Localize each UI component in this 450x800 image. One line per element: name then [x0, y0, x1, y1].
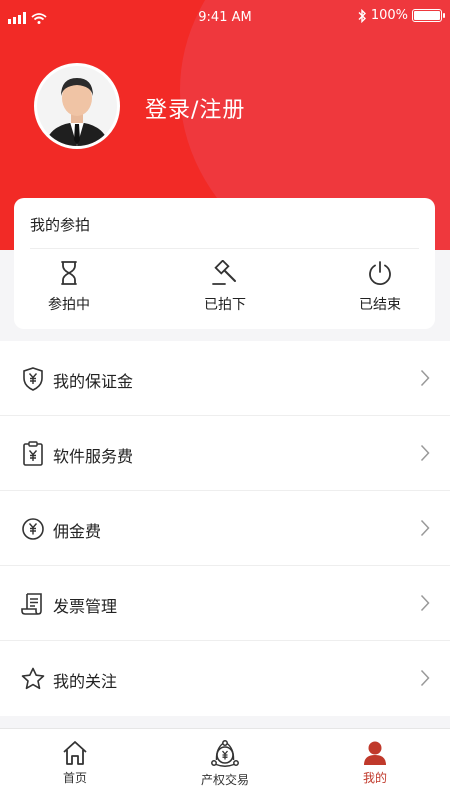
my-auctions-card: 我的参拍 参拍中 已拍下 已结束: [14, 198, 435, 329]
menu-item-label: 软件服务费: [53, 447, 134, 466]
avatar[interactable]: [34, 63, 120, 149]
user-icon: [364, 741, 386, 765]
tab-property-exchange[interactable]: 产权交易: [180, 739, 270, 788]
tab-label: 首页: [62, 771, 87, 785]
tab-home[interactable]: 首页: [30, 739, 120, 786]
bottom-tab-bar: 首页 产权交易 我的: [0, 728, 450, 800]
tab-label: 产权交易: [200, 773, 249, 787]
gavel-icon: [212, 260, 236, 285]
status-bar: 9:41 AM 100%: [0, 0, 450, 36]
login-register-link[interactable]: 登录/注册: [145, 92, 245, 124]
menu-item-label: 佣金费: [53, 522, 102, 541]
invoice-scroll-icon: [21, 593, 42, 615]
battery-percent: 100%: [370, 8, 408, 23]
my-auctions-title: 我的参拍: [30, 216, 91, 234]
exchange-icon: [211, 740, 239, 767]
clipboard-yen-icon: [23, 441, 43, 466]
chevron-right-icon: [420, 369, 430, 387]
auction-status-label: 已结束: [359, 297, 401, 313]
chevron-right-icon: [420, 669, 430, 687]
divider: [30, 248, 419, 249]
chevron-right-icon: [420, 444, 430, 462]
auction-status-ended[interactable]: 已结束: [335, 260, 425, 314]
auction-status-label: 参拍中: [48, 297, 90, 313]
battery-icon: [412, 9, 445, 22]
tab-mine[interactable]: 我的: [330, 739, 420, 786]
shield-yen-icon: [23, 367, 43, 391]
hourglass-icon: [61, 261, 77, 285]
menu-item-commission[interactable]: 佣金费: [0, 491, 450, 566]
account-menu: 我的保证金 软件服务费 佣金费 发票管理 我的关注: [0, 341, 450, 716]
auction-status-participating[interactable]: 参拍中: [24, 260, 114, 314]
menu-item-label: 我的关注: [53, 672, 118, 691]
chevron-right-icon: [420, 519, 430, 537]
bluetooth-icon: [358, 8, 366, 23]
auction-status-won[interactable]: 已拍下: [180, 260, 270, 314]
menu-item-label: 我的保证金: [53, 372, 134, 391]
menu-item-following[interactable]: 我的关注: [0, 641, 450, 716]
star-icon: [21, 667, 45, 690]
default-user-avatar-icon: [37, 66, 117, 146]
menu-item-label: 发票管理: [53, 597, 118, 616]
auction-status-label: 已拍下: [204, 297, 246, 313]
home-icon: [63, 741, 87, 765]
chevron-right-icon: [420, 594, 430, 612]
menu-item-deposit[interactable]: 我的保证金: [0, 341, 450, 416]
menu-item-service-fee[interactable]: 软件服务费: [0, 416, 450, 491]
yen-circle-icon: [22, 518, 44, 540]
tab-label: 我的: [362, 771, 387, 785]
power-icon: [369, 261, 391, 286]
menu-item-invoice[interactable]: 发票管理: [0, 566, 450, 641]
